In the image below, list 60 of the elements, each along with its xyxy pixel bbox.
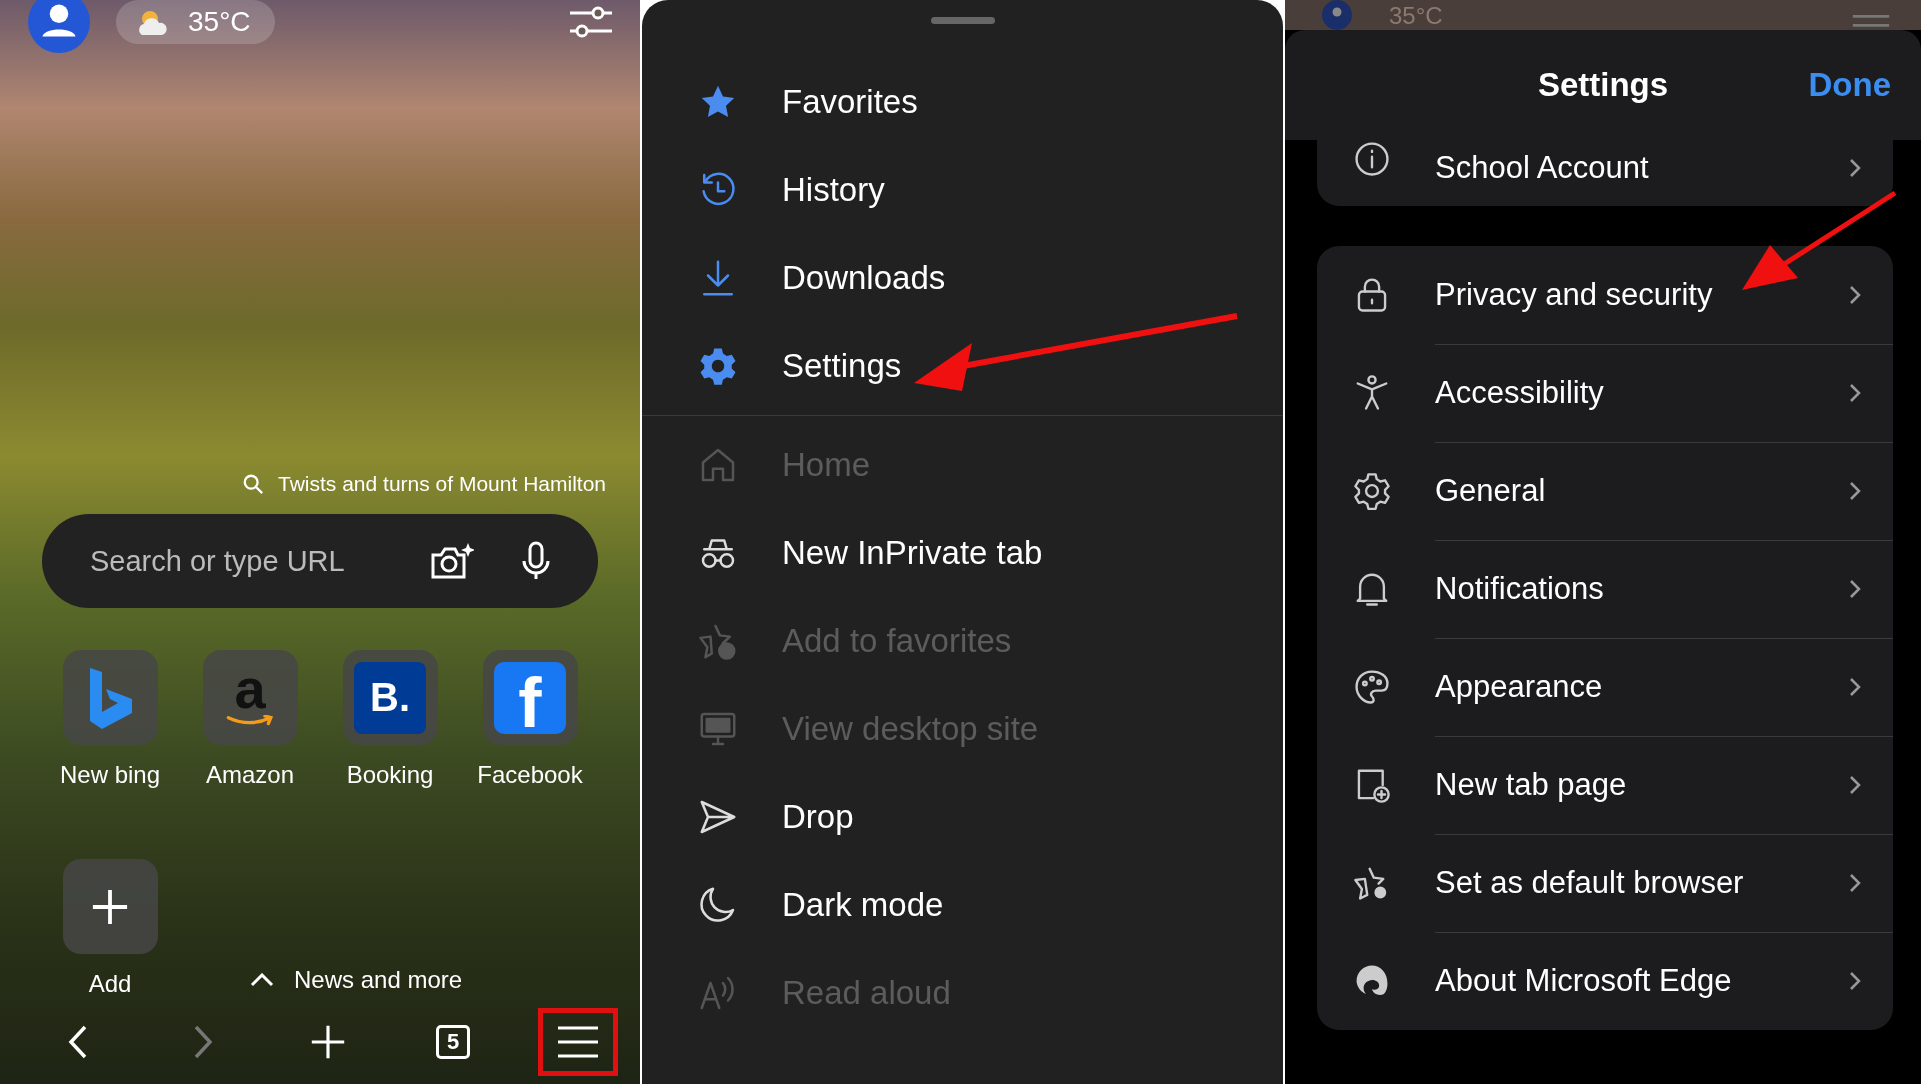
settings-row[interactable]: Notifications (1317, 540, 1893, 638)
logo-letter: B. (354, 661, 426, 734)
settings-row[interactable]: Accessibility (1317, 344, 1893, 442)
search-icon (242, 473, 264, 495)
chevron-icon (1849, 774, 1861, 795)
shortcut-tile[interactable] (62, 650, 158, 745)
photo-caption[interactable]: Twists and turns of Mount Hamilton (278, 472, 606, 496)
avatar-icon[interactable] (28, 0, 90, 53)
settings-row[interactable]: About Microsoft Edge (1317, 932, 1893, 1030)
caret-icon[interactable] (250, 973, 274, 987)
gear-icon (698, 346, 738, 386)
logo-letter: a (234, 662, 266, 715)
menu-item[interactable]: Settings (642, 322, 1283, 410)
menu-item[interactable]: Downloads (642, 234, 1283, 322)
menu-button[interactable] (538, 1008, 618, 1076)
settings-row[interactable]: New tab page (1317, 736, 1893, 834)
shortcut-label: Amazon (205, 761, 294, 789)
chevron-icon (1849, 971, 1861, 991)
smile-arrow-icon (225, 714, 275, 727)
settings-title: Settings (1537, 66, 1669, 104)
menu-icon (556, 1024, 600, 1060)
gear-icon (1353, 472, 1391, 510)
shortcut-tile[interactable] (62, 859, 158, 954)
chevron-icon (1849, 480, 1861, 501)
menu-item[interactable]: New InPrivate tab (642, 509, 1283, 597)
tab-count-button[interactable]: 5 (413, 1008, 493, 1076)
shortcut-label: Booking (346, 761, 434, 789)
plus-icon (91, 887, 129, 926)
temperature-text: 35°C (188, 6, 251, 38)
menu-item[interactable]: Favorites (642, 58, 1283, 146)
shortcut-tile[interactable]: B. (342, 650, 438, 745)
chevron-icon (1849, 676, 1861, 697)
search-field[interactable]: Search or type URL (88, 543, 390, 579)
tab-count: 5 (436, 1025, 470, 1059)
info-icon (1353, 140, 1391, 178)
settings-row[interactable]: Appearance (1317, 638, 1893, 736)
done-button[interactable]: Done (1804, 62, 1895, 108)
chevron-icon (1849, 382, 1861, 403)
news-link[interactable]: News and more (294, 966, 463, 994)
shortcut-label: Add (88, 970, 132, 998)
menu-item[interactable]: Dark mode (642, 861, 1283, 949)
temperature-text: 35°C (1389, 2, 1443, 30)
settings-row[interactable]: School Account (1317, 140, 1893, 206)
shortcut-label: New bing (59, 761, 161, 789)
shortcut-tile[interactable]: f (482, 650, 578, 745)
palette-icon (1353, 668, 1391, 706)
logo-letter: f (494, 661, 566, 734)
menu-item[interactable]: Drop (642, 773, 1283, 861)
settings-row[interactable]: Set as default browser (1317, 834, 1893, 932)
camera-icon[interactable] (430, 541, 474, 581)
chevron-icon (1849, 158, 1861, 178)
grabber-handle[interactable] (930, 17, 995, 24)
chevron-icon (1849, 578, 1861, 599)
chevron-icon (1849, 872, 1861, 893)
weather-pill[interactable]: 35°C (116, 0, 275, 44)
settings-row[interactable]: General (1317, 442, 1893, 540)
shortcut-label: Facebook (477, 761, 583, 789)
menu-item[interactable]: History (642, 146, 1283, 234)
chevron-icon (1849, 284, 1861, 305)
sliders-icon[interactable] (568, 4, 612, 40)
